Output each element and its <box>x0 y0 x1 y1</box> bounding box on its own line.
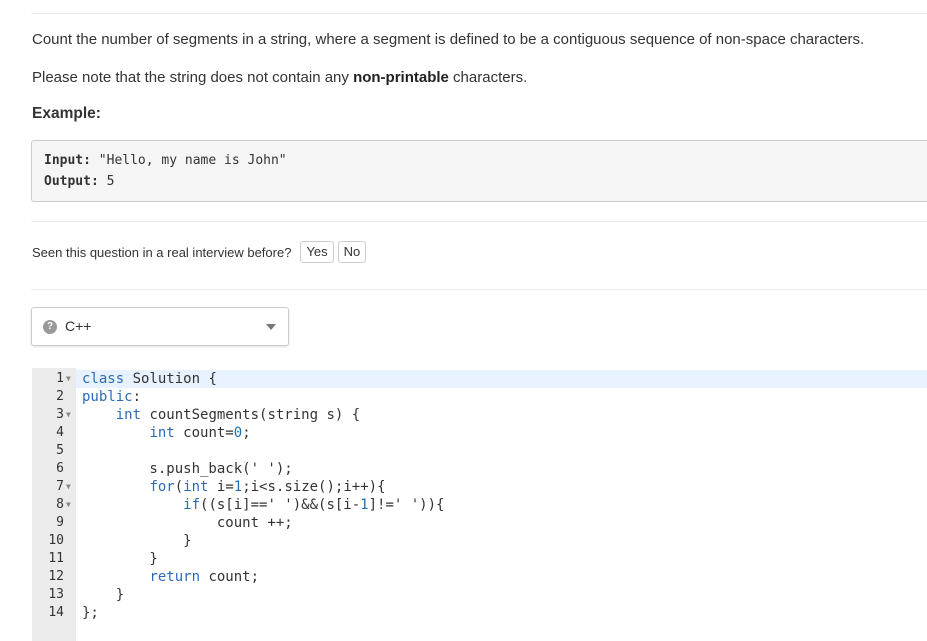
code-text: for(int i=1;i<s.size();i++){ <box>149 479 386 495</box>
code-line-12[interactable]: 12 return count; <box>32 568 927 586</box>
code-text: int count=0; <box>149 425 251 441</box>
line-number: 9 <box>56 515 64 530</box>
code-line-9[interactable]: 9 count ++; <box>32 514 927 532</box>
code-text: } <box>82 551 158 567</box>
code-text: } <box>82 533 192 549</box>
code-line-8[interactable]: 8 ▼ if((s[i]==' ')&&(s[i-1]!=' ')){ <box>32 496 927 514</box>
fold-arrow-icon[interactable]: ▼ <box>66 406 71 424</box>
code-line-14[interactable]: 14}; <box>32 604 927 622</box>
line-number: 11 <box>48 551 64 566</box>
interview-prompt: Seen this question in a real interview b… <box>32 240 367 264</box>
example-output-line: Output: 5 <box>44 174 114 189</box>
line-number: 1 <box>56 371 64 386</box>
caret-down-icon <box>266 324 276 330</box>
fold-arrow-icon[interactable]: ▼ <box>66 370 71 388</box>
line-number: 6 <box>56 461 64 476</box>
line-number: 2 <box>56 389 64 404</box>
line-number: 4 <box>56 425 64 440</box>
example-input-label: Input: <box>44 153 91 168</box>
fold-arrow-icon[interactable]: ▼ <box>66 478 71 496</box>
language-select[interactable]: ? C++ <box>31 307 289 346</box>
line-number: 8 <box>56 497 64 512</box>
code-text: if((s[i]==' ')&&(s[i-1]!=' ')){ <box>183 497 445 513</box>
code-text: s.push_back(' '); <box>82 461 293 477</box>
line-number: 10 <box>48 533 64 548</box>
code-line-10[interactable]: 10 } <box>32 532 927 550</box>
code-text: count ++; <box>82 515 293 531</box>
language-selected-label: C++ <box>65 318 92 334</box>
line-number: 7 <box>56 479 64 494</box>
interview-divider <box>31 289 927 290</box>
example-output-label: Output: <box>44 174 99 189</box>
yes-button[interactable]: Yes <box>300 241 334 263</box>
line-number: 13 <box>48 587 64 602</box>
code-line-13[interactable]: 13 } <box>32 586 927 604</box>
code-text: int countSegments(string s) { <box>115 407 361 423</box>
code-line-4[interactable]: 4 int count=0; <box>32 424 927 442</box>
line-number: 14 <box>48 605 64 620</box>
code-text: public: <box>82 389 142 405</box>
note-bold: non-printable <box>353 69 449 86</box>
code-line-3[interactable]: 3 ▼ int countSegments(string s) { <box>32 406 927 424</box>
code-line-1[interactable]: 1 ▼ class Solution { <box>32 370 927 388</box>
code-line-11[interactable]: 11 } <box>32 550 927 568</box>
code-text: }; <box>82 605 99 621</box>
example-output-value: 5 <box>98 174 115 189</box>
example-input-line: Input: "Hello, my name is John" <box>44 153 287 168</box>
code-text: } <box>82 587 125 603</box>
problem-description: Count the number of segments in a string… <box>32 31 865 48</box>
code-text: return count; <box>149 569 260 585</box>
code-line-5[interactable]: 5 <box>32 442 927 460</box>
line-number: 5 <box>56 443 64 458</box>
note-suffix: characters. <box>448 69 528 86</box>
code-line-7[interactable]: 7 ▼ for(int i=1;i<s.size();i++){ <box>32 478 927 496</box>
help-icon[interactable]: ? <box>43 320 57 334</box>
note-prefix: Please note that the string does not con… <box>32 69 354 86</box>
code-line-2[interactable]: 2 public: <box>32 388 927 406</box>
line-number: 3 <box>56 407 64 422</box>
problem-note: Please note that the string does not con… <box>32 69 527 86</box>
fold-arrow-icon[interactable]: ▼ <box>66 496 71 514</box>
example-input-value: "Hello, my name is John" <box>90 153 287 168</box>
code-editor[interactable]: 1 ▼ class Solution {2 public: 3 ▼ int countSe… <box>32 368 927 641</box>
example-heading: Example: <box>32 105 101 122</box>
no-button[interactable]: No <box>337 241 367 263</box>
code-line-6[interactable]: 6 s.push_back(' '); <box>32 460 927 478</box>
line-number: 12 <box>48 569 64 584</box>
example-box: Input: "Hello, my name is John" Output: … <box>31 140 927 202</box>
code-text: class Solution { <box>82 371 217 387</box>
top-divider <box>31 13 927 14</box>
example-divider <box>31 221 927 222</box>
interview-question: Seen this question in a real interview b… <box>32 244 292 260</box>
